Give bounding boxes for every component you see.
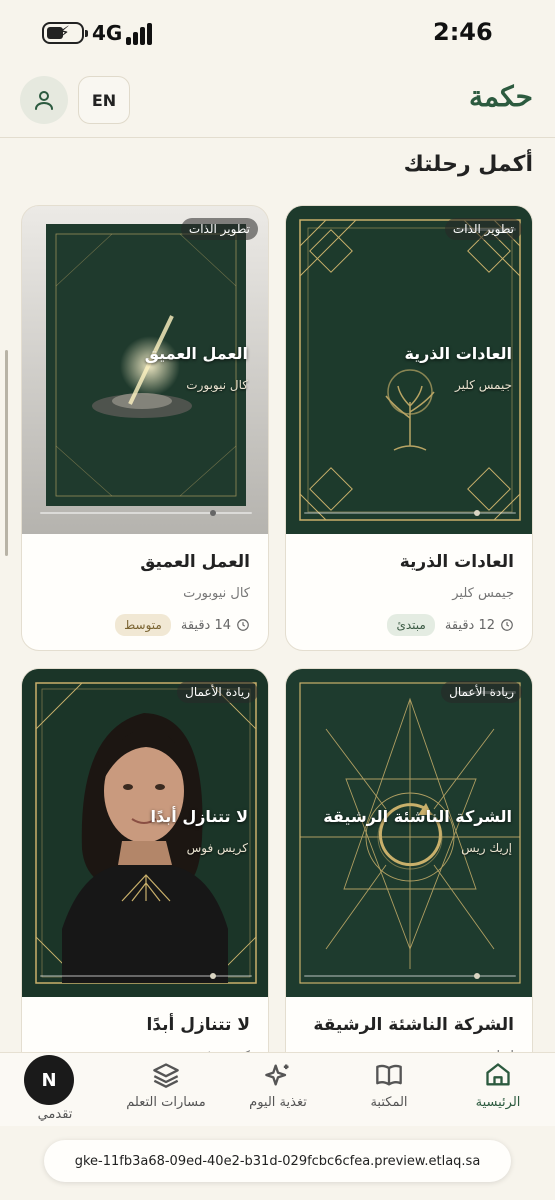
book-cover: ريادة الأعمال لا تتنازل أبدًا كريس فوس [22,669,268,997]
book-card[interactable]: تطوير الذات العادات الذرية جيمس كلير الع… [285,205,533,651]
book-cover: ريادة الأعمال الشركة الناشئة الرشيقة إري… [286,669,532,997]
book-cover: تطوير الذات العمل العميق كال نيوبورت [22,206,268,534]
category-tag: تطوير الذات [444,218,522,240]
book-card[interactable]: تطوير الذات العمل العميق كال نيوبورت الع… [21,205,269,651]
cover-author: جيمس كلير [454,378,512,392]
user-avatar[interactable]: N [24,1055,74,1105]
cover-author: كريس فوس [186,841,248,855]
status-time: 2:46 [433,18,493,46]
book-title: لا تتنازل أبدًا [146,1015,250,1035]
duration-label: 14 دقيقة [180,617,231,633]
book-info: العمل العميق كال نيوبورت 14 دقيقة متوسط [22,534,268,650]
app-header: EN حكمة [0,62,555,138]
cover-author: كال نيوبورت [186,378,248,392]
nav-paths-label: مسارات التعلم [126,1095,206,1110]
book-title: الشركة الناشئة الرشيقة [313,1015,514,1035]
category-tag: تطوير الذات [180,218,258,240]
duration-label: 12 دقيقة [444,617,495,633]
category-tag: ريادة الأعمال [441,681,522,703]
level-badge: مبتدئ [387,614,435,636]
nav-item-library[interactable]: المكتبة [339,1061,439,1110]
user-icon [35,91,53,110]
brand-logo[interactable]: حكمة [469,80,533,113]
layers-icon [153,1063,179,1088]
bottom-navigation: الرئيسية المكتبة تغذية اليوم مسارات التع… [0,1052,555,1126]
portrait-art [22,669,268,997]
profile-button[interactable] [20,76,68,124]
nav-home-label: الرئيسية [475,1095,521,1110]
level-badge: متوسط [115,614,171,636]
language-toggle-button[interactable]: EN [78,76,130,124]
book-author: جيمس كلير [452,586,514,601]
cover-author: إريك ريس [461,841,512,855]
book-cover: تطوير الذات العادات الذرية جيمس كلير [286,206,532,534]
cover-title: لا تتنازل أبدًا [150,807,248,826]
geometric-star-art [286,669,532,997]
book-title: العمل العميق [140,552,250,572]
nav-item-feed[interactable]: تغذية اليوم [228,1061,328,1110]
geometric-pattern-art [286,206,532,534]
nav-progress-label: تقدمي [37,1107,73,1122]
signal-icon [126,23,156,45]
battery-icon: ⚡ [42,22,88,44]
cover-progress [40,510,252,516]
cover-progress [304,510,516,516]
book-info: العادات الذرية جيمس كلير 12 دقيقة مبتدئ [286,534,532,650]
nav-library-label: المكتبة [370,1095,408,1110]
clock-icon [501,619,513,631]
duration: 14 دقيقة [181,618,250,633]
browser-url-bar[interactable]: gke-11fb3a68-09ed-40e2-b31d-029fcbc6cfea… [44,1140,511,1182]
cover-progress [40,973,252,979]
book-author: كال نيوبورت [183,586,250,601]
book-title: العادات الذرية [399,552,514,572]
scrollbar[interactable] [5,350,8,556]
category-tag: ريادة الأعمال [177,681,258,703]
nav-feed-label: تغذية اليوم [249,1095,307,1110]
book-card[interactable]: ريادة الأعمال الشركة الناشئة الرشيقة إري… [285,668,533,1114]
network-label: 4G [92,21,123,45]
cover-title: الشركة الناشئة الرشيقة [323,807,512,826]
sparkles-icon [265,1064,289,1086]
book-open-icon [376,1064,402,1086]
section-title: أكمل رحلتك [403,152,533,177]
clock-icon [237,619,249,631]
cover-title: العادات الذرية [404,344,512,363]
nav-item-home[interactable]: الرئيسية [448,1061,548,1110]
book-card[interactable]: ريادة الأعمال لا تتنازل أبدًا كريس فوس ل… [21,668,269,1114]
duration: 12 دقيقة [445,618,514,633]
cover-progress [304,973,516,979]
home-icon [486,1063,510,1086]
nav-item-learning-paths[interactable]: مسارات التعلم [116,1061,216,1110]
cover-title: العمل العميق [144,344,248,363]
book-mockup-art [22,206,268,534]
status-bar: ⚡ 4G 2:46 [0,0,555,62]
